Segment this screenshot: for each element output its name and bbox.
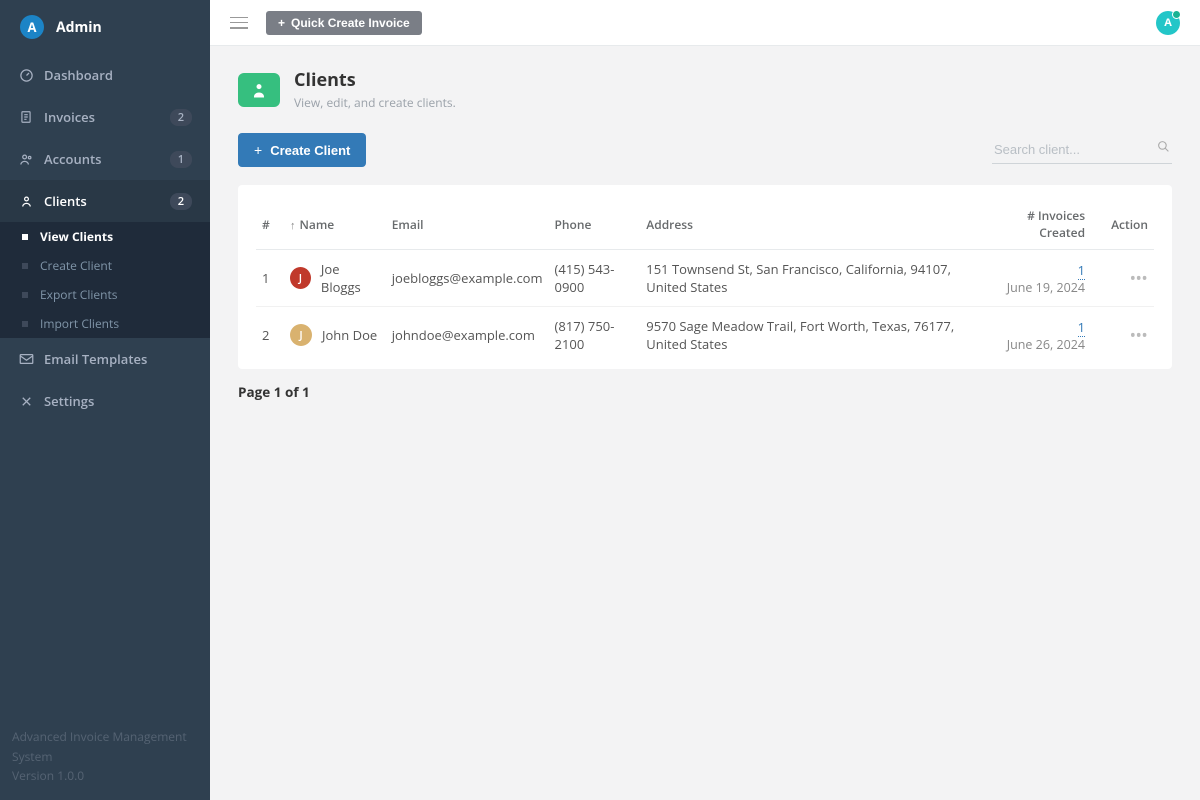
cell-action: ••• bbox=[1105, 307, 1154, 364]
plus-icon: + bbox=[254, 142, 262, 158]
menu-toggle-icon[interactable] bbox=[230, 17, 248, 29]
cell-phone: (415) 543-0900 bbox=[549, 250, 641, 307]
row-actions-icon[interactable]: ••• bbox=[1130, 269, 1148, 287]
clients-page-icon bbox=[238, 73, 280, 107]
invoice-date: June 26, 2024 bbox=[989, 336, 1085, 353]
subnav-label: View Clients bbox=[40, 228, 113, 245]
sidebar-badge: 1 bbox=[170, 151, 192, 168]
subnav-label: Create Client bbox=[40, 257, 112, 274]
users-icon bbox=[18, 151, 34, 167]
sidebar-badge: 2 bbox=[170, 109, 192, 126]
row-actions-icon[interactable]: ••• bbox=[1130, 326, 1148, 344]
subnav-import-clients[interactable]: Import Clients bbox=[0, 309, 210, 338]
client-avatar: J bbox=[290, 324, 312, 346]
cell-email: joebloggs@example.com bbox=[386, 250, 549, 307]
sidebar-item-label: Accounts bbox=[44, 150, 170, 168]
bullet-icon bbox=[22, 292, 28, 298]
search-icon[interactable] bbox=[1157, 140, 1170, 153]
invoices-link[interactable]: 1 bbox=[1078, 261, 1085, 280]
invoice-date: June 19, 2024 bbox=[989, 279, 1085, 296]
cell-num: 1 bbox=[256, 250, 284, 307]
bullet-icon bbox=[22, 263, 28, 269]
cell-invoices: 1June 19, 2024 bbox=[983, 250, 1105, 307]
sidebar-item-label: Dashboard bbox=[44, 66, 192, 84]
create-client-label: Create Client bbox=[270, 143, 350, 158]
sort-asc-icon: ↑ bbox=[290, 218, 296, 233]
sidebar-item-label: Email Templates bbox=[44, 350, 192, 368]
sidebar-item-label: Clients bbox=[44, 192, 170, 210]
cell-phone: (817) 750-2100 bbox=[549, 307, 641, 364]
subnav-label: Export Clients bbox=[40, 286, 118, 303]
sidebar-item-label: Invoices bbox=[44, 108, 170, 126]
page-title: Clients bbox=[294, 68, 456, 92]
plus-icon: + bbox=[278, 16, 285, 30]
col-header-name[interactable]: ↑Name bbox=[284, 199, 386, 250]
col-header-email[interactable]: Email bbox=[386, 199, 549, 250]
subnav-create-client[interactable]: Create Client bbox=[0, 251, 210, 280]
sidebar-item-email-templates[interactable]: Email Templates bbox=[0, 338, 210, 380]
cell-email: johndoe@example.com bbox=[386, 307, 549, 364]
col-header-action: Action bbox=[1105, 199, 1154, 250]
subnav: View Clients Create Client Export Client… bbox=[0, 222, 210, 338]
topbar: + Quick Create Invoice A bbox=[210, 0, 1200, 46]
footer-version: Version 1.0.0 bbox=[12, 766, 198, 785]
cell-name: J Joe Bloggs bbox=[284, 250, 386, 307]
client-avatar: J bbox=[290, 267, 311, 289]
col-header-invoices[interactable]: # Invoices Created bbox=[983, 199, 1105, 250]
table-row: 1JJoe Bloggsjoebloggs@example.com(415) 5… bbox=[256, 250, 1154, 307]
search-input[interactable] bbox=[992, 136, 1172, 164]
cell-name: J John Doe bbox=[284, 307, 386, 364]
content: Clients View, edit, and create clients. … bbox=[210, 46, 1200, 800]
subnav-label: Import Clients bbox=[40, 315, 119, 332]
col-header-address[interactable]: Address bbox=[640, 199, 983, 250]
client-name[interactable]: John Doe bbox=[322, 326, 377, 344]
col-header-phone[interactable]: Phone bbox=[549, 199, 641, 250]
bullet-icon bbox=[22, 321, 28, 327]
dashboard-icon bbox=[18, 67, 34, 83]
cell-address: 151 Townsend St, San Francisco, Californ… bbox=[640, 250, 983, 307]
sidebar: A Admin Dashboard Invoices 2 Accounts 1 … bbox=[0, 0, 210, 800]
create-client-button[interactable]: + Create Client bbox=[238, 133, 366, 167]
cell-action: ••• bbox=[1105, 250, 1154, 307]
sidebar-footer: Advanced Invoice Management System Versi… bbox=[0, 715, 210, 800]
pagination-text: Page 1 of 1 bbox=[238, 383, 1172, 401]
quick-create-label: Quick Create Invoice bbox=[291, 16, 410, 30]
subnav-view-clients[interactable]: View Clients bbox=[0, 222, 210, 251]
sidebar-item-accounts[interactable]: Accounts 1 bbox=[0, 138, 210, 180]
page-heading: Clients View, edit, and create clients. bbox=[238, 68, 1172, 111]
client-name[interactable]: Joe Bloggs bbox=[321, 260, 380, 296]
document-icon bbox=[18, 109, 34, 125]
sidebar-item-invoices[interactable]: Invoices 2 bbox=[0, 96, 210, 138]
footer-app-name: Advanced Invoice Management System bbox=[12, 727, 198, 765]
sidebar-item-settings[interactable]: Settings bbox=[0, 380, 210, 422]
user-name[interactable]: Admin bbox=[56, 18, 102, 37]
cell-num: 2 bbox=[256, 307, 284, 364]
mail-icon bbox=[18, 351, 34, 367]
topbar-user-avatar[interactable]: A bbox=[1156, 11, 1180, 35]
invoices-link[interactable]: 1 bbox=[1078, 318, 1085, 337]
client-icon bbox=[18, 193, 34, 209]
cell-invoices: 1June 26, 2024 bbox=[983, 307, 1105, 364]
col-header-num[interactable]: # bbox=[256, 199, 284, 250]
cell-address: 9570 Sage Meadow Trail, Fort Worth, Texa… bbox=[640, 307, 983, 364]
table-row: 2J John Doe johndoe@example.com(817) 750-2… bbox=[256, 307, 1154, 364]
sidebar-item-dashboard[interactable]: Dashboard bbox=[0, 54, 210, 96]
subnav-export-clients[interactable]: Export Clients bbox=[0, 280, 210, 309]
clients-table-card: # ↑Name Email Phone Address # Invoices C… bbox=[238, 185, 1172, 369]
user-avatar[interactable]: A bbox=[20, 15, 44, 39]
sidebar-item-label: Settings bbox=[44, 392, 192, 410]
page-subtitle: View, edit, and create clients. bbox=[294, 94, 456, 111]
sidebar-header: A Admin bbox=[0, 0, 210, 54]
sidebar-item-clients[interactable]: Clients 2 bbox=[0, 180, 210, 222]
quick-create-invoice-button[interactable]: + Quick Create Invoice bbox=[266, 11, 422, 35]
sidebar-badge: 2 bbox=[170, 193, 192, 210]
tools-icon bbox=[18, 393, 34, 409]
clients-table: # ↑Name Email Phone Address # Invoices C… bbox=[256, 199, 1154, 363]
bullet-icon bbox=[22, 234, 28, 240]
